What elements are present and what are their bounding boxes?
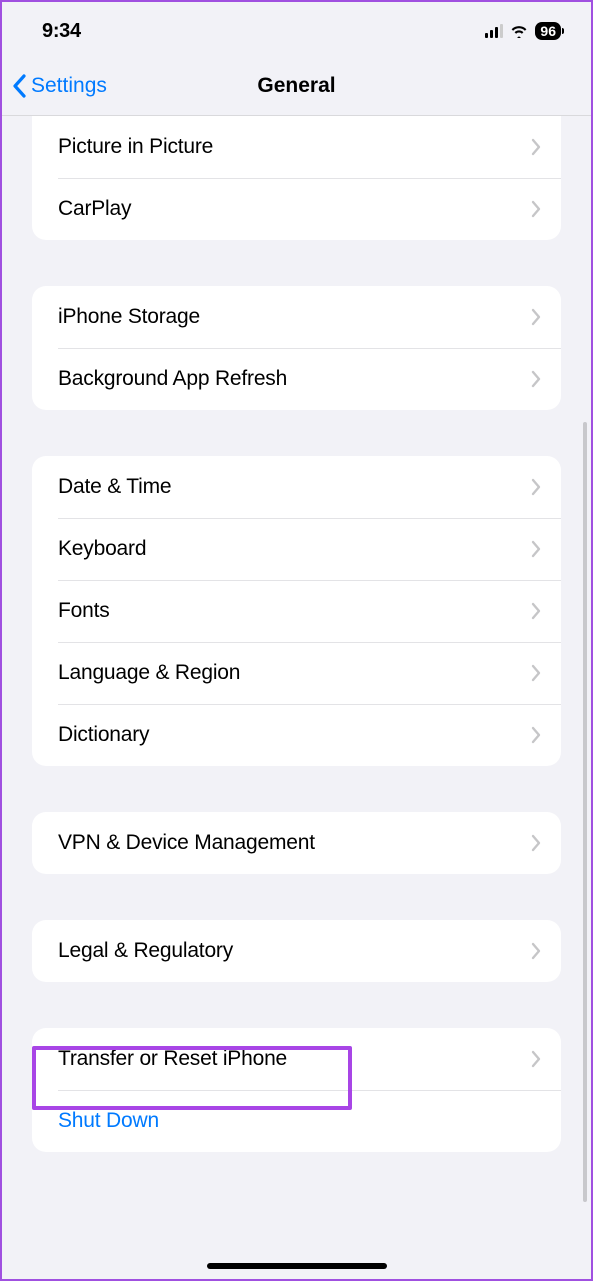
row-background-app-refresh[interactable]: Background App Refresh	[32, 348, 561, 410]
row-label: VPN & Device Management	[58, 831, 315, 855]
row-label: Keyboard	[58, 537, 146, 561]
chevron-right-icon	[531, 478, 541, 496]
settings-group: Picture in Picture CarPlay	[32, 116, 561, 240]
back-label: Settings	[31, 74, 107, 98]
page-title: General	[257, 74, 335, 98]
row-legal-regulatory[interactable]: Legal & Regulatory	[32, 920, 561, 982]
battery-icon: 96	[535, 22, 561, 40]
chevron-right-icon	[531, 138, 541, 156]
row-vpn-device-management[interactable]: VPN & Device Management	[32, 812, 561, 874]
chevron-left-icon	[12, 74, 27, 98]
chevron-right-icon	[531, 1050, 541, 1068]
row-shut-down[interactable]: Shut Down	[32, 1090, 561, 1152]
cellular-icon	[485, 24, 503, 38]
chevron-right-icon	[531, 664, 541, 682]
scrollbar[interactable]	[583, 422, 587, 1202]
row-label: Dictionary	[58, 723, 149, 747]
row-dictionary[interactable]: Dictionary	[32, 704, 561, 766]
chevron-right-icon	[531, 540, 541, 558]
row-label: CarPlay	[58, 197, 131, 221]
row-label: Language & Region	[58, 661, 240, 685]
row-label: iPhone Storage	[58, 305, 200, 329]
nav-bar: Settings General	[2, 56, 591, 116]
settings-group: VPN & Device Management	[32, 812, 561, 874]
settings-scroll[interactable]: Picture in Picture CarPlay iPhone Storag…	[2, 116, 591, 1258]
row-keyboard[interactable]: Keyboard	[32, 518, 561, 580]
chevron-right-icon	[531, 726, 541, 744]
row-label: Transfer or Reset iPhone	[58, 1047, 287, 1071]
settings-group: Transfer or Reset iPhone Shut Down	[32, 1028, 561, 1152]
row-label: Fonts	[58, 599, 110, 623]
row-label: Background App Refresh	[58, 367, 287, 391]
row-iphone-storage[interactable]: iPhone Storage	[32, 286, 561, 348]
row-language-region[interactable]: Language & Region	[32, 642, 561, 704]
row-transfer-reset-iphone[interactable]: Transfer or Reset iPhone	[32, 1028, 561, 1090]
settings-group: Date & Time Keyboard Fonts Language & Re…	[32, 456, 561, 766]
row-label: Legal & Regulatory	[58, 939, 233, 963]
home-indicator[interactable]	[207, 1263, 387, 1269]
chevron-right-icon	[531, 942, 541, 960]
chevron-right-icon	[531, 308, 541, 326]
row-picture-in-picture[interactable]: Picture in Picture	[32, 116, 561, 178]
battery-percent: 96	[540, 23, 556, 39]
row-label: Shut Down	[58, 1109, 159, 1133]
status-time: 9:34	[42, 20, 81, 43]
row-label: Date & Time	[58, 475, 171, 499]
settings-group: iPhone Storage Background App Refresh	[32, 286, 561, 410]
chevron-right-icon	[531, 370, 541, 388]
row-carplay[interactable]: CarPlay	[32, 178, 561, 240]
settings-group: Legal & Regulatory	[32, 920, 561, 982]
wifi-icon	[509, 24, 529, 38]
back-button[interactable]: Settings	[12, 74, 107, 98]
row-fonts[interactable]: Fonts	[32, 580, 561, 642]
status-bar: 9:34 96	[2, 2, 591, 56]
chevron-right-icon	[531, 200, 541, 218]
chevron-right-icon	[531, 602, 541, 620]
status-right: 96	[485, 22, 561, 40]
row-label: Picture in Picture	[58, 135, 213, 159]
chevron-right-icon	[531, 834, 541, 852]
row-date-time[interactable]: Date & Time	[32, 456, 561, 518]
